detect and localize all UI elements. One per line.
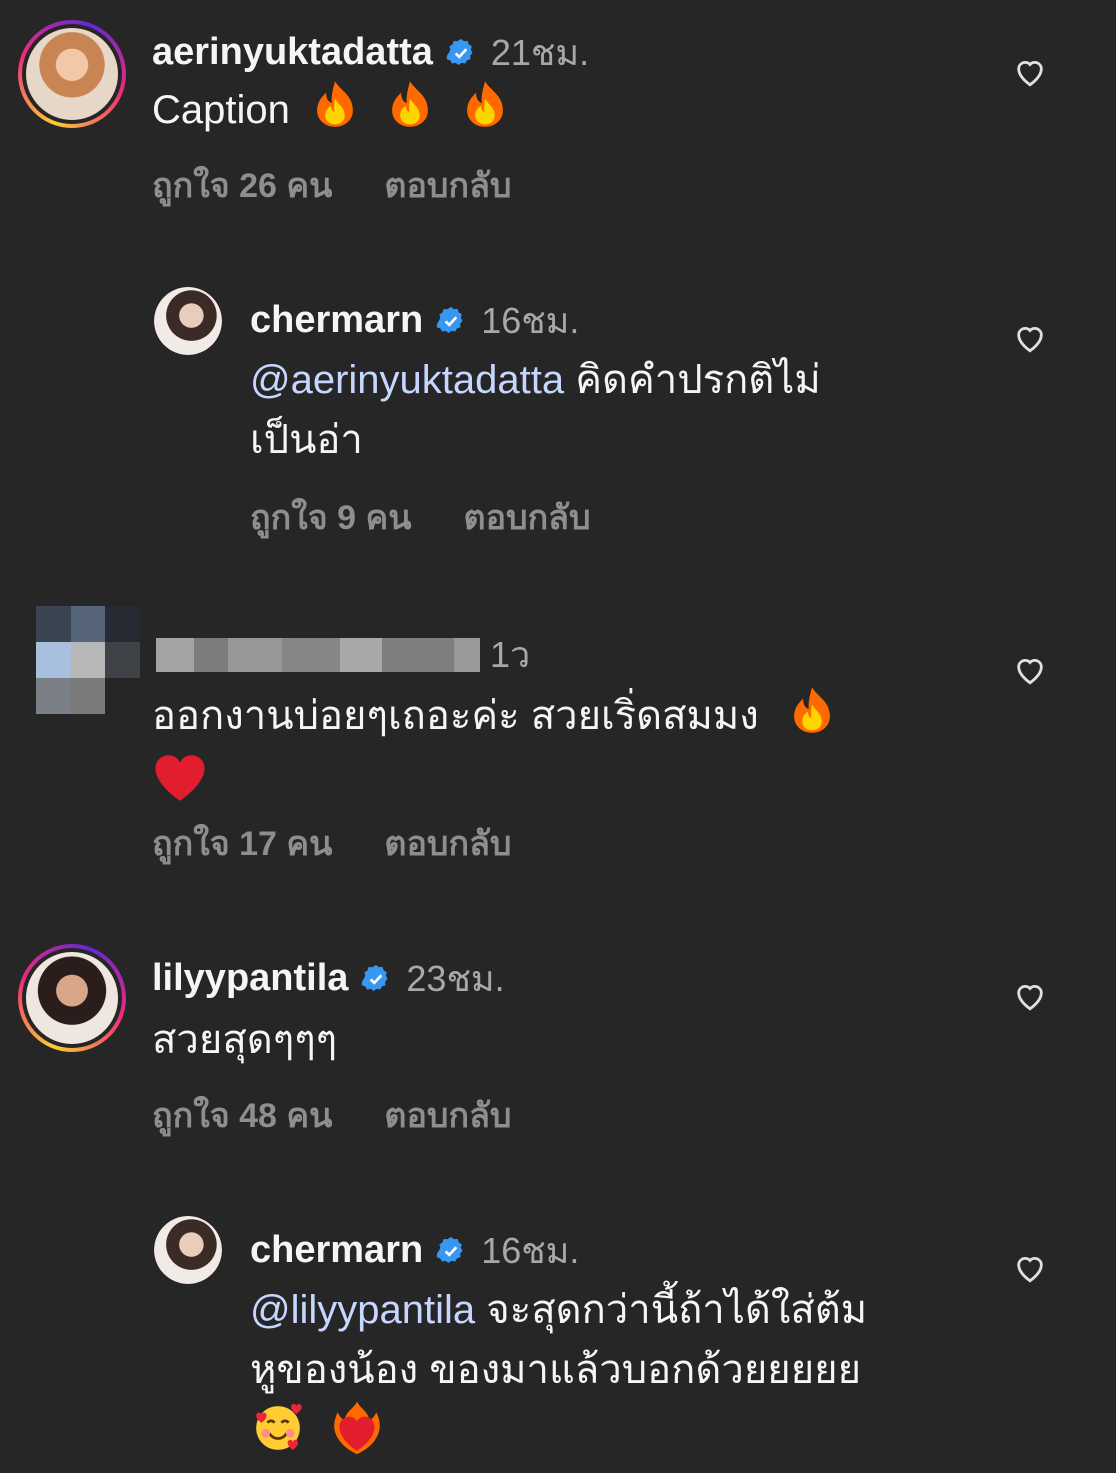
fire-emoji: [384, 78, 436, 147]
mention-link[interactable]: @lilyypantila: [250, 1288, 475, 1332]
avatar[interactable]: [18, 944, 126, 1052]
verified-badge-icon: [446, 38, 473, 65]
avatar[interactable]: [18, 20, 126, 128]
like-heart-icon[interactable]: [1013, 56, 1047, 88]
timestamp: 1ว: [490, 634, 531, 675]
comment-text: ออกงานบ่อยๆเถอะค่ะ สวยเริ่ดสมมง: [152, 694, 759, 739]
like-heart-icon[interactable]: [1013, 980, 1047, 1012]
likes-count[interactable]: ถูกใจ 9 คน: [250, 490, 411, 544]
likes-count[interactable]: ถูกใจ 26 คน: [152, 158, 332, 212]
comment-text: สวยสุดๆๆๆ: [152, 1018, 338, 1062]
verified-badge-icon: [362, 964, 388, 991]
verified-badge-icon: [436, 306, 463, 333]
avatar[interactable]: [36, 606, 140, 714]
likes-count[interactable]: ถูกใจ 17 คน: [152, 816, 332, 870]
timestamp: 16ชม.: [481, 1230, 580, 1271]
comment-text: จะสุดกว่านี้ถ้าได้ใส่ต้ม: [486, 1288, 868, 1332]
timestamp: 23ชม.: [406, 958, 505, 999]
red-heart-emoji: [152, 753, 208, 820]
comment-text: เป็นอ่า: [250, 418, 363, 462]
username[interactable]: lilyypantila: [152, 957, 348, 1000]
username[interactable]: chermarn: [250, 1229, 423, 1272]
timestamp: 16ชม.: [481, 300, 580, 341]
username[interactable]: aerinyuktadatta: [152, 31, 433, 74]
username[interactable]: chermarn: [250, 299, 423, 342]
fire-emoji: [309, 78, 361, 147]
smiling-face-with-hearts-emoji: [250, 1400, 306, 1473]
avatar[interactable]: [154, 1216, 222, 1284]
like-heart-icon[interactable]: [1013, 322, 1047, 354]
reply-button[interactable]: ตอบกลับ: [384, 158, 511, 212]
mention-link[interactable]: @aerinyuktadatta: [250, 358, 564, 402]
timestamp: 21ชม.: [490, 32, 590, 73]
like-heart-icon[interactable]: [1013, 1252, 1047, 1284]
fire-emoji: [459, 78, 511, 147]
reply-button[interactable]: ตอบกลับ: [463, 490, 590, 544]
comment-text: หูของน้อง ของมาแล้วบอกด้วยยยยย: [250, 1348, 862, 1392]
heart-on-fire-emoji: [329, 1400, 385, 1473]
comment-text: Caption: [152, 88, 290, 133]
blurred-username[interactable]: [156, 637, 480, 672]
fire-emoji: [786, 684, 838, 753]
like-heart-icon[interactable]: [1013, 654, 1047, 686]
reply-button[interactable]: ตอบกลับ: [384, 1088, 511, 1142]
comment-text: คิดคำปรกติไม่: [575, 358, 821, 402]
likes-count[interactable]: ถูกใจ 48 คน: [152, 1088, 332, 1142]
reply-button[interactable]: ตอบกลับ: [384, 816, 511, 870]
verified-badge-icon: [436, 1236, 463, 1263]
avatar[interactable]: [154, 287, 222, 355]
